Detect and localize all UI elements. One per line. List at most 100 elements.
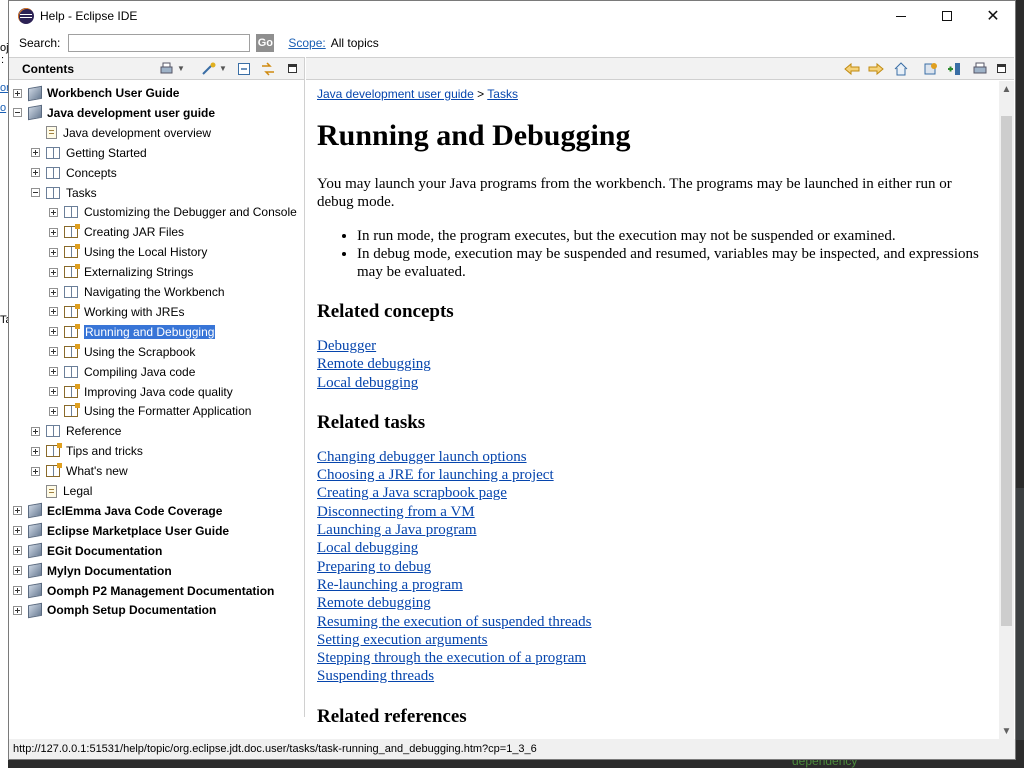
breadcrumb-link[interactable]: Tasks (487, 87, 518, 101)
chevron-down-icon[interactable]: ▼ (177, 64, 185, 73)
expand-icon[interactable] (13, 605, 22, 615)
related-link[interactable]: Preparing to debug (317, 559, 431, 575)
related-link[interactable]: Debugger (317, 338, 376, 354)
related-link[interactable]: Remote debugging (317, 356, 431, 372)
expand-icon[interactable] (31, 148, 40, 158)
collapse-icon[interactable] (13, 108, 22, 118)
tree-item[interactable]: Tips and tricks (31, 442, 143, 460)
book-cube-icon (28, 523, 42, 539)
expand-icon[interactable] (13, 586, 22, 595)
tree-item-label: Concepts (66, 165, 117, 180)
scope-link[interactable]: Scope: (288, 36, 325, 50)
content-scrollbar[interactable]: ▲ ▼ (999, 81, 1014, 740)
expand-icon[interactable] (31, 466, 40, 476)
expand-icon[interactable] (13, 506, 22, 516)
related-link[interactable]: Creating a Java scrapbook page (317, 485, 507, 501)
go-button[interactable]: Go (256, 34, 275, 52)
tree-item[interactable]: Running and Debugging (49, 323, 217, 341)
title-bar[interactable]: Help - Eclipse IDE ✕ (9, 1, 1015, 31)
expand-icon[interactable] (49, 307, 58, 317)
scrollbar-thumb[interactable] (1001, 116, 1012, 626)
expand-icon[interactable] (31, 168, 40, 178)
related-link[interactable]: Resuming the execution of suspended thre… (317, 614, 592, 630)
close-button[interactable]: ✕ (970, 1, 1016, 31)
expand-icon[interactable] (49, 227, 58, 237)
related-link[interactable]: Re-launching a program (317, 577, 463, 593)
tree-item[interactable]: Improving Java code quality (49, 383, 233, 401)
tree-item[interactable]: Mylyn Documentation (13, 562, 172, 580)
tree-item[interactable]: EclEmma Java Code Coverage (13, 502, 222, 520)
related-link[interactable]: Stepping through the execution of a prog… (317, 650, 586, 666)
expand-icon[interactable] (49, 327, 58, 337)
print-dropdown-icon[interactable] (159, 62, 175, 76)
search-input[interactable] (68, 34, 251, 52)
tree-item[interactable]: EGit Documentation (13, 542, 162, 560)
tree-item[interactable]: Using the Formatter Application (49, 402, 251, 420)
expand-icon[interactable] (13, 566, 22, 576)
expand-icon[interactable] (49, 367, 58, 377)
maximize-view-icon[interactable] (994, 62, 1010, 76)
related-link[interactable]: Local debugging (317, 540, 418, 556)
print-page-icon[interactable] (972, 62, 988, 76)
related-link[interactable]: Local debugging (317, 375, 418, 391)
tree-item[interactable]: Java development overview (31, 124, 211, 142)
expand-icon[interactable] (49, 387, 58, 396)
scroll-up-icon[interactable]: ▲ (999, 81, 1014, 98)
tree-item-label: Navigating the Workbench (84, 285, 225, 299)
tree-item[interactable]: Workbench User Guide (13, 84, 179, 102)
home-icon[interactable] (893, 62, 909, 76)
related-link[interactable]: Changing debugger launch options (317, 449, 527, 465)
related-link[interactable]: Disconnecting from a VM (317, 504, 475, 520)
tree-item[interactable]: Working with JREs (49, 303, 184, 321)
forward-arrow-icon[interactable] (868, 62, 884, 76)
expand-icon[interactable] (49, 347, 58, 357)
expand-icon[interactable] (31, 446, 40, 456)
chevron-down-icon[interactable]: ▼ (219, 64, 227, 73)
expand-icon[interactable] (13, 546, 22, 556)
expand-icon[interactable] (49, 267, 58, 277)
tree-item[interactable]: Oomph Setup Documentation (13, 601, 216, 619)
tree-item[interactable]: Externalizing Strings (49, 263, 193, 281)
bookmark-document-icon[interactable] (946, 62, 962, 76)
collapse-all-icon[interactable] (237, 62, 253, 76)
expand-icon[interactable] (31, 426, 40, 436)
related-link[interactable]: Choosing a JRE for launching a project (317, 467, 554, 483)
show-in-toc-icon[interactable] (923, 62, 939, 76)
back-arrow-icon[interactable] (844, 62, 860, 76)
related-link[interactable]: Suspending threads (317, 668, 434, 684)
expand-icon[interactable] (49, 406, 58, 416)
tree-item[interactable]: Legal (31, 482, 92, 500)
tree-item[interactable]: Eclipse Marketplace User Guide (13, 522, 229, 540)
expand-icon[interactable] (49, 247, 58, 257)
tree-item[interactable]: Tasks (31, 184, 97, 202)
tree-item[interactable]: Java development user guide (13, 104, 215, 122)
minimize-button[interactable] (878, 1, 924, 31)
tree-item[interactable]: Customizing the Debugger and Console (49, 203, 297, 221)
breadcrumb-link[interactable]: Java development user guide (317, 87, 474, 101)
related-link[interactable]: Setting execution arguments (317, 632, 488, 648)
expand-icon[interactable] (49, 287, 58, 297)
link-with-contents-icon[interactable] (201, 62, 217, 76)
task-book-icon (64, 383, 80, 398)
tree-item[interactable]: Creating JAR Files (49, 223, 184, 241)
sync-toc-icon[interactable] (260, 62, 276, 76)
book-icon (46, 146, 60, 159)
tree-item[interactable]: Navigating the Workbench (49, 283, 225, 301)
maximize-button[interactable] (924, 1, 970, 31)
scroll-down-icon[interactable]: ▼ (999, 723, 1014, 740)
related-link[interactable]: Launching a Java program (317, 522, 477, 538)
tree-item[interactable]: Getting Started (31, 144, 147, 162)
tree-item[interactable]: Using the Local History (49, 243, 207, 261)
tree-item[interactable]: Reference (31, 422, 121, 440)
maximize-view-icon[interactable] (285, 62, 301, 76)
related-link[interactable]: Remote debugging (317, 595, 431, 611)
tree-item[interactable]: Concepts (31, 164, 117, 182)
tree-item[interactable]: What's new (31, 462, 128, 480)
tree-item[interactable]: Using the Scrapbook (49, 343, 195, 361)
tree-item[interactable]: Oomph P2 Management Documentation (13, 582, 274, 600)
expand-icon[interactable] (49, 207, 58, 217)
expand-icon[interactable] (13, 88, 22, 98)
expand-icon[interactable] (13, 526, 22, 536)
collapse-icon[interactable] (31, 188, 40, 197)
tree-item[interactable]: Compiling Java code (49, 363, 195, 381)
